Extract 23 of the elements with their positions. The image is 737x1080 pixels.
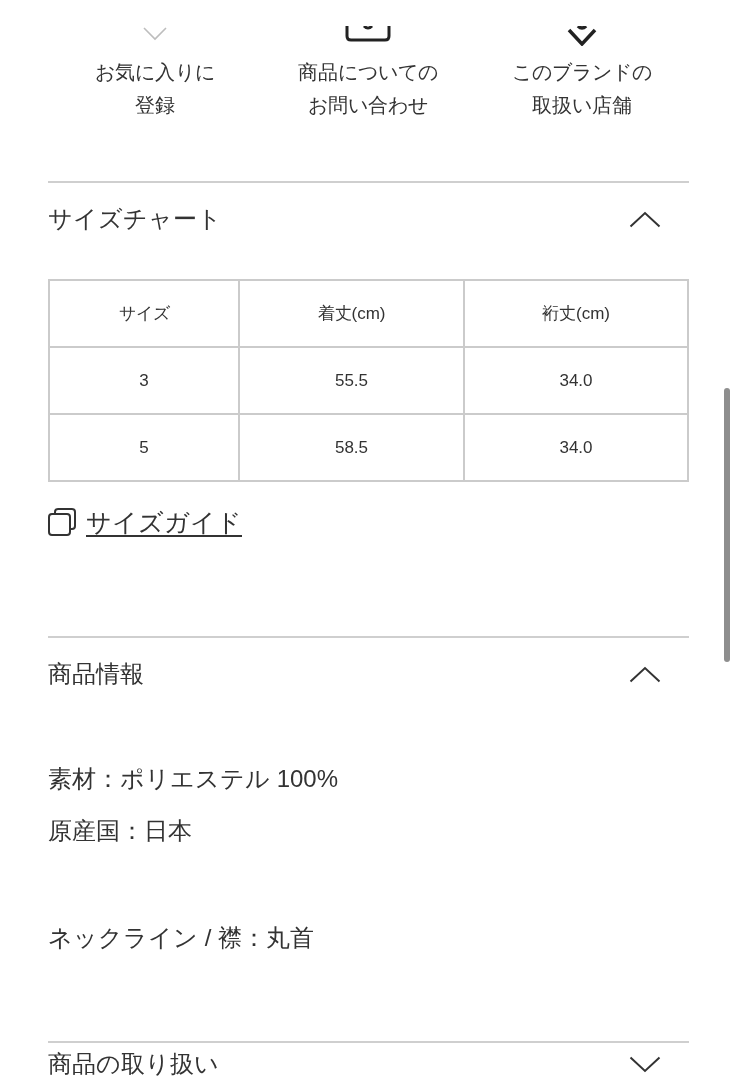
product-info-text: ネックライン / 襟：丸首 [48,923,315,953]
accordion-header[interactable]: サイズチャート [48,183,689,255]
scrollbar-thumb[interactable] [724,388,730,662]
tray-icon [345,26,392,42]
stacked-squares-icon [48,508,76,536]
table-cell: 3 [49,347,239,414]
action-button[interactable]: 商品についての お問い合わせ [261,26,476,122]
table-cell: 34.0 [464,347,688,414]
pin-icon [567,26,598,46]
accordion-header[interactable]: 商品情報 [48,638,689,710]
table-cell: 58.5 [239,414,464,481]
header-cell: 裄丈(cm) [464,280,688,347]
size-guide-link[interactable]: サイズガイド [48,506,242,538]
header-cell: 着丈(cm) [239,280,464,347]
header-cell: サイズ [49,280,239,347]
product-info-text: 素材：ポリエステル 100% [48,764,340,794]
table-cell: 55.5 [239,347,464,414]
accordion-header[interactable]: 商品の取り扱い [48,1043,689,1080]
action-button[interactable]: このブランドの 取扱い店舗 [475,26,689,122]
table-cell: 5 [49,414,239,481]
action-button[interactable]: お気に入りに 登録 [48,26,262,122]
table-cell: 34.0 [464,414,688,481]
product-info-text: 原産国：日本 [48,816,193,846]
